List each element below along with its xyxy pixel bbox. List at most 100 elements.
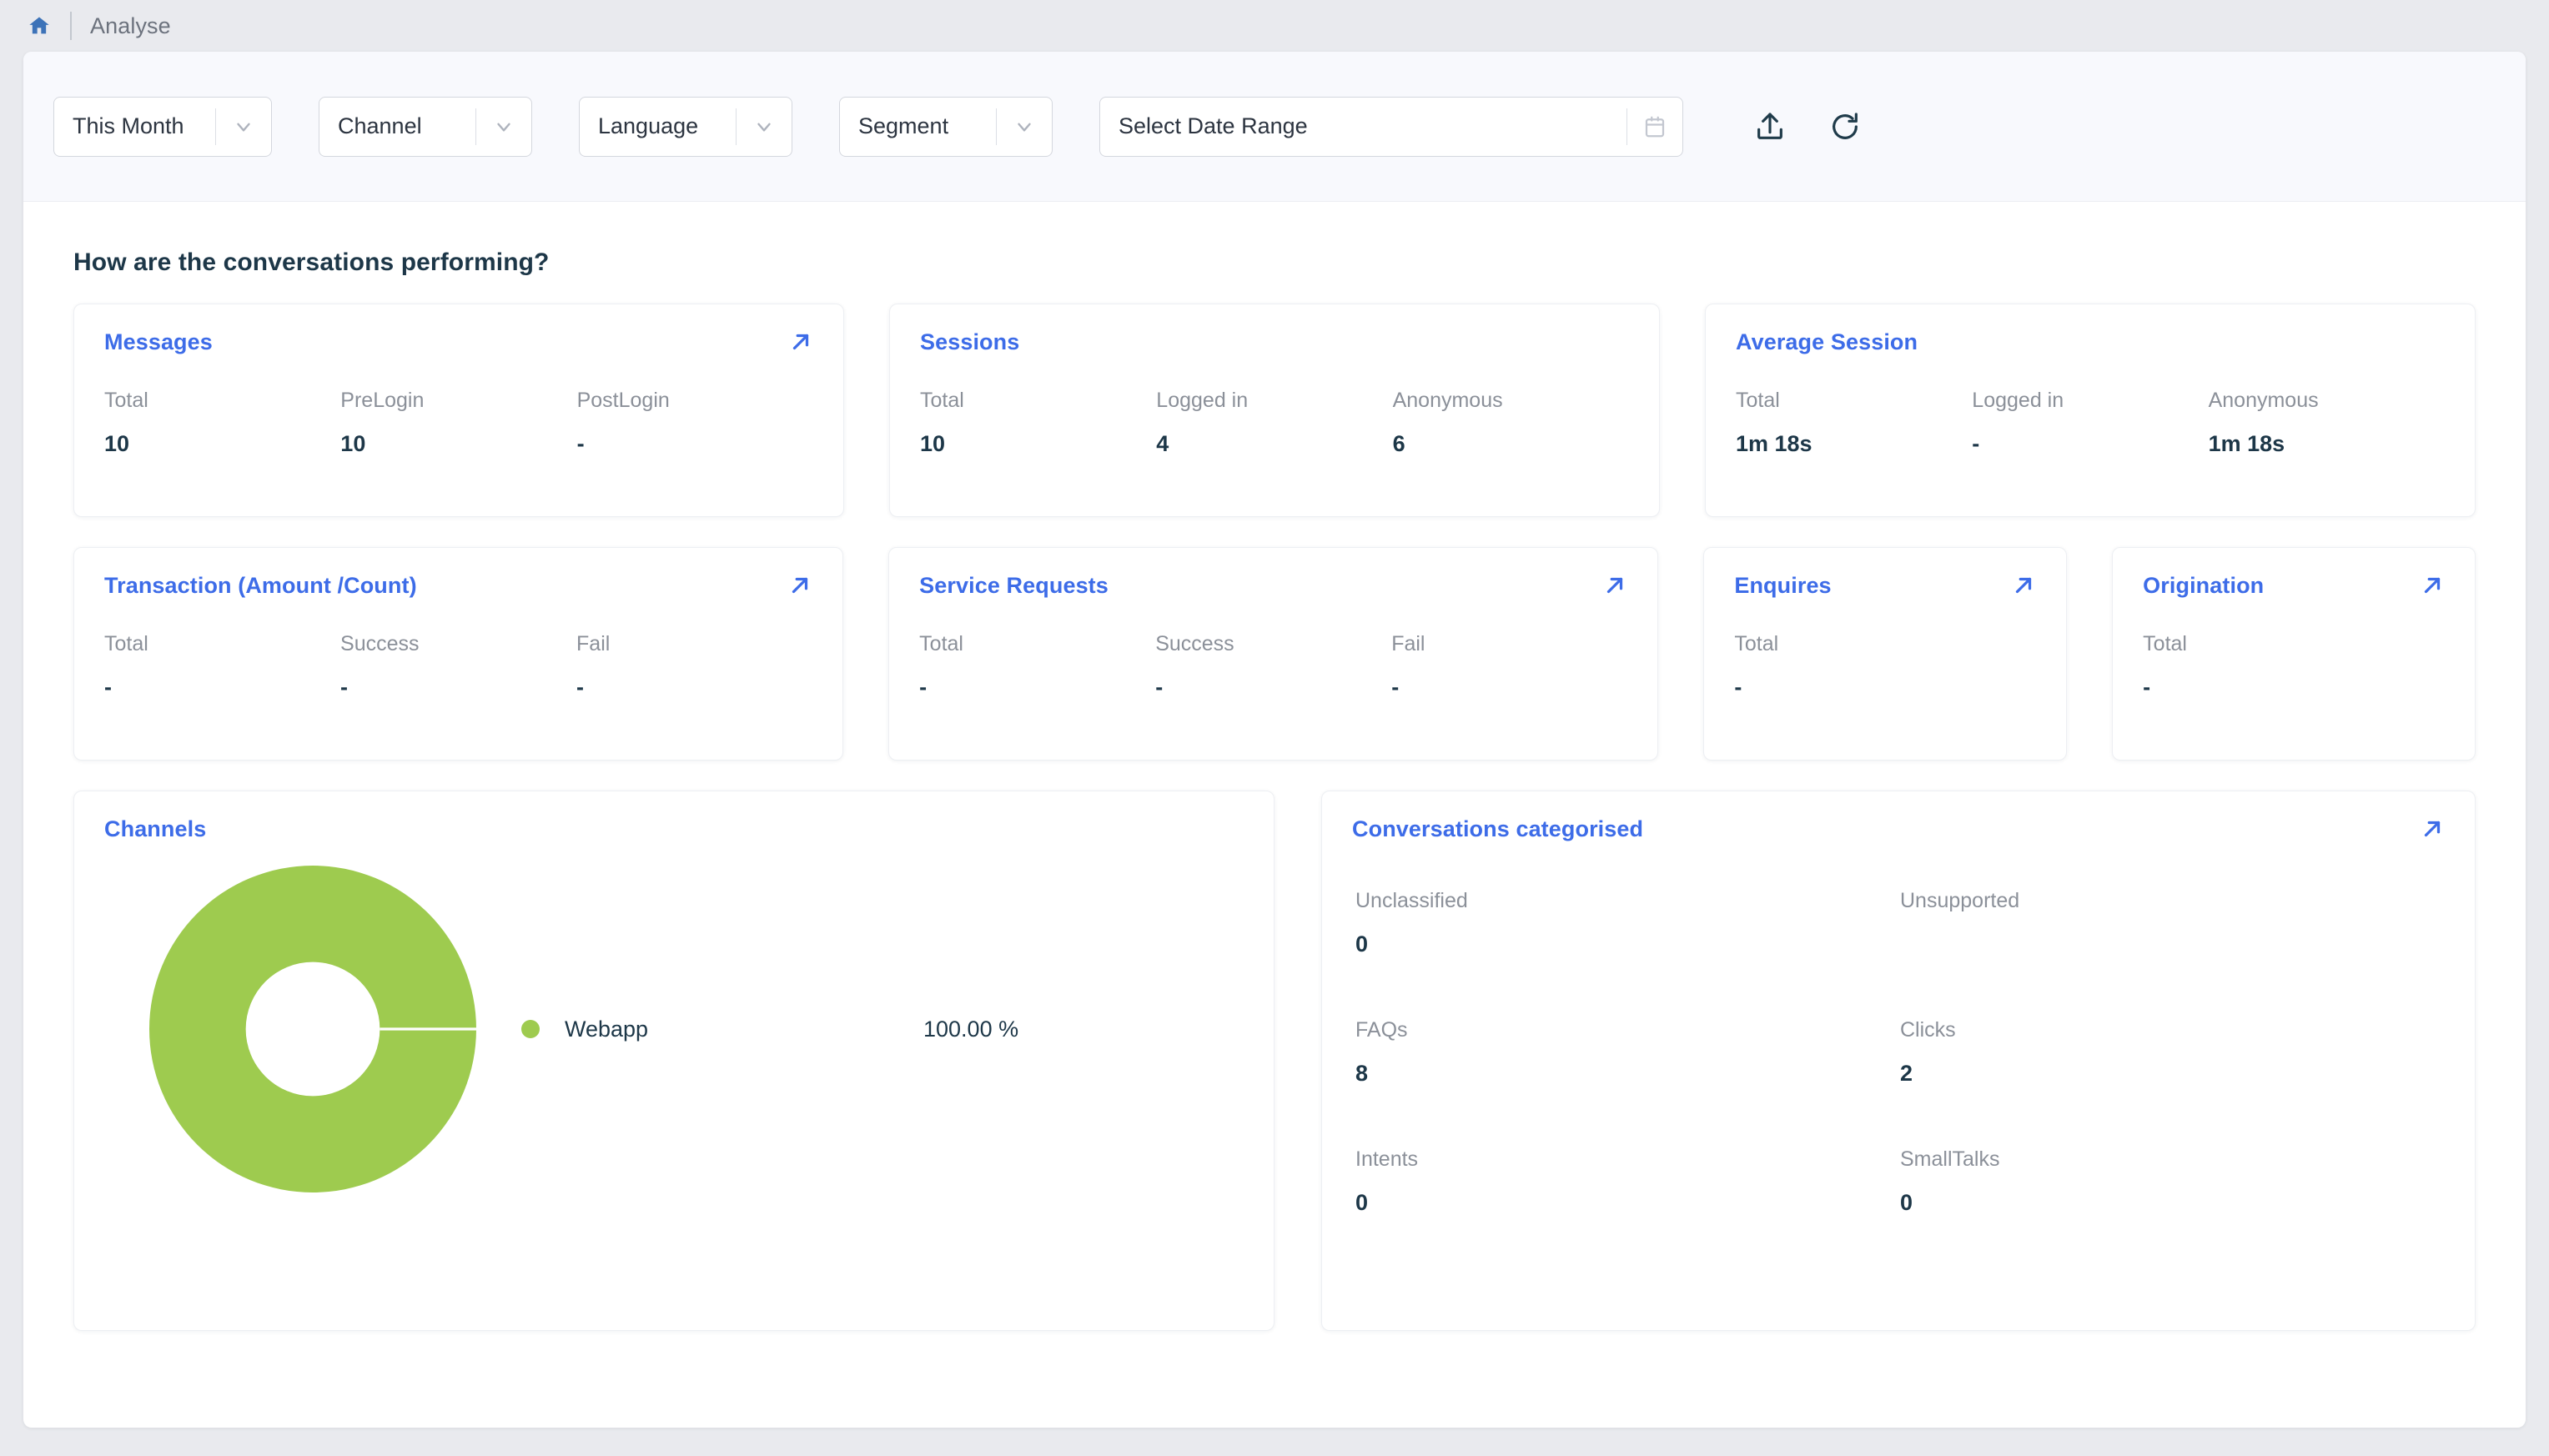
card-title: Average Session xyxy=(1736,329,1918,354)
card-header: Transaction (Amount /Count) xyxy=(104,573,812,599)
metric-value: - xyxy=(576,431,585,456)
language-select[interactable]: Language xyxy=(579,96,792,157)
metric-label: Anonymous xyxy=(2208,389,2319,412)
breadcrumb-divider xyxy=(70,12,72,40)
card-header: Conversations categorised xyxy=(1352,816,2445,842)
metric: Anonymous 1m 18s xyxy=(2209,389,2445,458)
metric: Logged in - xyxy=(1972,389,2208,458)
card-header: Sessions xyxy=(920,329,1629,355)
card-sessions[interactable]: Sessions Total 10 Logged in 4 Anonymous … xyxy=(889,304,1660,517)
metric: Logged in 4 xyxy=(1156,389,1392,458)
metric: PostLogin - xyxy=(577,389,813,458)
breadcrumb: Analyse xyxy=(0,0,2549,52)
card-title: Transaction (Amount /Count) xyxy=(104,573,417,598)
open-detail-arrow-icon[interactable] xyxy=(787,573,812,598)
card-conversations-categorised[interactable]: Conversations categorised Unclassified 0… xyxy=(1321,791,2476,1331)
metric-label: Fail xyxy=(576,632,611,655)
metric-value: - xyxy=(1391,675,1400,700)
card-header: Average Session xyxy=(1736,329,2445,355)
card-transaction[interactable]: Transaction (Amount /Count) Total - Succ… xyxy=(73,547,844,761)
metric-value: - xyxy=(919,675,928,700)
category-value xyxy=(1900,931,2445,958)
metric-label: PostLogin xyxy=(576,389,670,412)
card-title: Origination xyxy=(2143,573,2265,598)
chevron-down-icon xyxy=(216,116,271,138)
metric: Total 10 xyxy=(920,389,1156,458)
card-channels: Channels Webapp 100.00 % xyxy=(73,791,1274,1331)
category-value: 0 xyxy=(1900,1190,1913,1215)
category-item: SmallTalks 0 xyxy=(1900,1147,2445,1217)
metric-value: - xyxy=(1155,675,1164,700)
card-metrics: Total 1m 18s Logged in - Anonymous 1m 18… xyxy=(1736,389,2445,458)
date-range-input[interactable]: Select Date Range xyxy=(1099,96,1683,157)
metric: Success - xyxy=(1155,632,1391,701)
content-panel: This Month Channel Language Segment Sele… xyxy=(23,52,2526,1428)
open-detail-arrow-icon[interactable] xyxy=(1602,573,1627,598)
calendar-icon[interactable] xyxy=(1627,114,1682,139)
kpi-row-1: Messages Total 10 PreLogin 10 PostLogin … xyxy=(52,304,2497,517)
open-detail-arrow-icon[interactable] xyxy=(2420,816,2445,841)
category-item: Unclassified 0 xyxy=(1355,889,1900,958)
chevron-down-icon xyxy=(997,116,1052,138)
channels-chart-area: Webapp 100.00 % xyxy=(104,866,1244,1192)
kpi-row-2: Transaction (Amount /Count) Total - Succ… xyxy=(52,547,2497,761)
dashboard-body: How are the conversations performing? Me… xyxy=(23,202,2526,1331)
card-title: Enquires xyxy=(1734,573,1832,598)
card-enquires[interactable]: Enquires Total - xyxy=(1703,547,2068,761)
category-label: Unclassified xyxy=(1355,889,1468,912)
metric-label: Total xyxy=(104,632,148,655)
metric-label: Total xyxy=(919,632,963,655)
card-service-requests[interactable]: Service Requests Total - Success - Fail … xyxy=(888,547,1659,761)
chevron-down-icon xyxy=(476,116,531,138)
donut-svg xyxy=(149,866,476,1192)
metric-label: Logged in xyxy=(1972,389,2064,412)
legend-label: Webapp xyxy=(565,1016,649,1042)
metric: Anonymous 6 xyxy=(1393,389,1629,458)
category-label: Intents xyxy=(1355,1147,1419,1171)
metric-label: Total xyxy=(1736,389,1780,412)
period-select[interactable]: This Month xyxy=(53,96,272,157)
analytics-dashboard-page: Analyse This Month Channel Language Segm… xyxy=(0,0,2549,1456)
category-item: Intents 0 xyxy=(1355,1147,1900,1217)
card-title: Sessions xyxy=(920,329,1020,354)
open-detail-arrow-icon[interactable] xyxy=(2011,573,2036,598)
card-average-session[interactable]: Average Session Total 1m 18s Logged in - xyxy=(1705,304,2476,517)
donut-chart[interactable] xyxy=(104,866,521,1192)
open-detail-arrow-icon[interactable] xyxy=(2420,573,2445,598)
date-range-value: Select Date Range xyxy=(1119,113,1308,138)
open-detail-arrow-icon[interactable] xyxy=(788,329,813,354)
card-origination[interactable]: Origination Total - xyxy=(2112,547,2476,761)
metric-label: Logged in xyxy=(1156,389,1249,412)
card-messages[interactable]: Messages Total 10 PreLogin 10 PostLogin … xyxy=(73,304,844,517)
metric-value: 10 xyxy=(104,431,130,456)
card-title: Conversations categorised xyxy=(1352,816,1644,841)
category-value: 8 xyxy=(1355,1061,1369,1086)
metric-label: Total xyxy=(104,389,148,412)
metric-label: Fail xyxy=(1391,632,1425,655)
legend-value: 100.00 % xyxy=(923,1016,1019,1042)
page-title: How are the conversations performing? xyxy=(73,249,550,276)
channel-select[interactable]: Channel xyxy=(319,96,532,157)
card-metrics: Total 10 PreLogin 10 PostLogin - xyxy=(104,389,813,458)
category-value: 0 xyxy=(1355,1190,1369,1215)
home-icon[interactable] xyxy=(25,12,53,40)
card-metrics: Total - xyxy=(1734,632,2036,701)
category-item: Unsupported xyxy=(1900,889,2445,958)
filter-bar: This Month Channel Language Segment Sele… xyxy=(23,52,2526,202)
card-title: Channels xyxy=(104,816,207,841)
metric: Success - xyxy=(340,632,576,701)
refresh-icon[interactable] xyxy=(1827,108,1863,145)
metric: Total - xyxy=(1734,632,2036,701)
metric-label: PreLogin xyxy=(340,389,425,412)
metric-label: Success xyxy=(1155,632,1234,655)
metric-value: 1m 18s xyxy=(2208,431,2285,456)
category-label: Unsupported xyxy=(1900,889,2020,912)
channel-select-value: Channel xyxy=(338,113,422,138)
segment-select[interactable]: Segment xyxy=(839,96,1053,157)
metric-value: - xyxy=(576,675,585,700)
metric-value: - xyxy=(104,675,112,700)
charts-row: Channels Webapp 100.00 % Conversations c… xyxy=(52,791,2497,1331)
metric-value: - xyxy=(1734,675,1742,700)
segment-select-value: Segment xyxy=(858,113,949,138)
upload-export-icon[interactable] xyxy=(1752,108,1788,145)
